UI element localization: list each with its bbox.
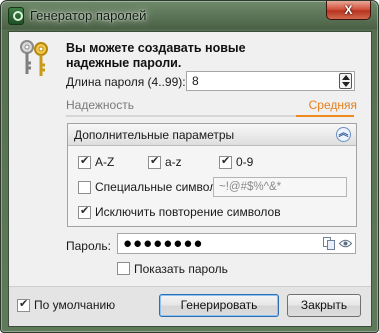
- password-masked-value: ●●●●●●●●: [123, 235, 204, 252]
- show-password-checkbox[interactable]: [117, 262, 130, 275]
- defaults-checkbox[interactable]: [17, 297, 30, 312]
- special-chars-checkbox[interactable]: [78, 181, 91, 194]
- reliability-value: Средняя: [308, 98, 357, 112]
- special-chars-field[interactable]: ~!@#$%^&*: [213, 177, 347, 197]
- password-length-label: Длина пароля (4..99):: [66, 75, 186, 89]
- title-bar[interactable]: Генератор паролей X: [1, 1, 378, 31]
- close-window-button[interactable]: X: [326, 1, 371, 20]
- spin-down-icon[interactable]: [342, 82, 350, 87]
- reliability-label: Надежность: [66, 98, 134, 112]
- close-button[interactable]: Закрыть: [287, 294, 361, 317]
- defaults-label: По умолчанию: [34, 298, 116, 312]
- spin-up-icon[interactable]: [342, 75, 350, 80]
- reliability-bar: [66, 115, 354, 117]
- exclude-repeats-checkbox[interactable]: [78, 204, 91, 219]
- show-password-label: Показать пароль: [134, 262, 228, 276]
- digits-label: 0-9: [236, 155, 254, 169]
- eye-icon[interactable]: [339, 239, 352, 248]
- reliability-bar-fill: [296, 115, 354, 117]
- password-length-value: 8: [192, 74, 199, 88]
- copy-icon[interactable]: [323, 237, 335, 250]
- lowercase-label: a-z: [165, 155, 182, 169]
- keys-icon: [20, 40, 48, 76]
- double-chevron-up-icon[interactable]: ︽: [336, 127, 351, 142]
- dialog-footer: По умолчанию Генерировать Закрыть: [9, 286, 371, 326]
- dialog-heading: Вы можете создавать новые надежные парол…: [66, 41, 246, 70]
- password-length-spinbox[interactable]: 8: [186, 71, 355, 91]
- advanced-options-title: Дополнительные параметры: [74, 128, 235, 142]
- window-title: Генератор паролей: [30, 8, 147, 23]
- dialog-window: Генератор паролей X Вы можете создавать …: [0, 0, 379, 333]
- exclude-repeats-label: Исключить повторение символов: [95, 205, 281, 219]
- advanced-options-header[interactable]: Дополнительные параметры ︽: [68, 124, 356, 146]
- spinner-arrows-icon[interactable]: [339, 73, 352, 89]
- password-label: Пароль:: [66, 239, 111, 253]
- lowercase-checkbox[interactable]: [148, 154, 161, 169]
- digits-checkbox[interactable]: [219, 154, 232, 169]
- app-icon: [8, 7, 24, 25]
- dialog-client-area: Вы можете создавать новые надежные парол…: [8, 31, 372, 327]
- special-chars-label: Специальные символы:: [95, 180, 229, 194]
- generate-button[interactable]: Генерировать: [159, 294, 279, 317]
- uppercase-checkbox[interactable]: [78, 154, 91, 169]
- password-field[interactable]: ●●●●●●●●: [117, 233, 356, 254]
- uppercase-label: A-Z: [95, 155, 115, 169]
